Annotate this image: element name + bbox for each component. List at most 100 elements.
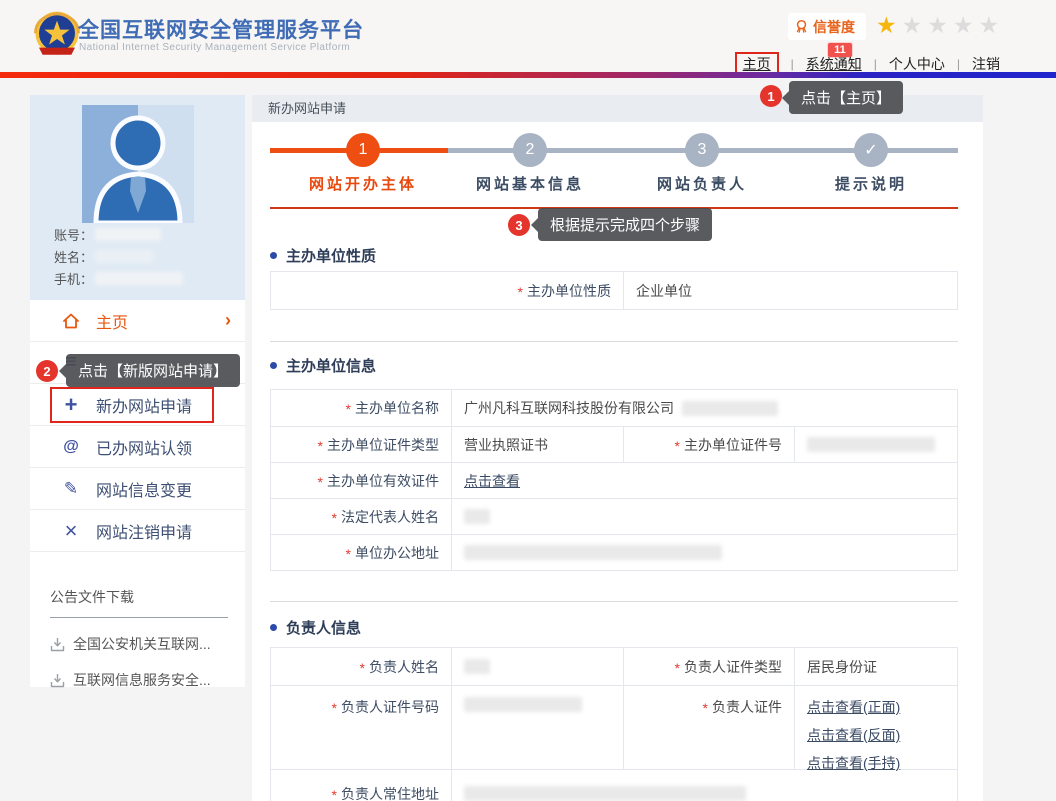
annotation-1-badge: 1 (760, 85, 782, 107)
download-link-2[interactable]: 互联网信息服务安全... (50, 670, 228, 690)
phone-line: 手机： (54, 269, 183, 288)
step-3-label: 网站负责人 (622, 173, 782, 194)
field-label: 法定代表人姓名 (271, 499, 451, 534)
user-profile-card: 账号： 姓名： 手机： (30, 95, 245, 300)
site-subtitle: National Internet Security Management Se… (79, 42, 350, 53)
sidebar-item-label: 网站信息变更 (96, 477, 192, 501)
step-1-label: 网站开办主体 (283, 173, 443, 194)
download-link-1[interactable]: 全国公安机关互联网... (50, 634, 228, 654)
nav-profile-link[interactable]: 个人中心 (889, 54, 945, 74)
name-line: 姓名： (54, 247, 153, 266)
field-value (451, 770, 957, 801)
field-label: 负责人姓名 (271, 648, 451, 685)
medal-icon (794, 19, 809, 34)
field-label: 单位办公地址 (271, 535, 451, 570)
sidebar-menu: 主页 新办网站申请 已办网站认领 网站信息变更 网站注销申请 (30, 300, 245, 552)
reputation-label: 信誉度 (813, 17, 855, 37)
field-label: 主办单位性质 (271, 272, 623, 309)
top-nav: 主页 | 系统通知 | 个人中心 | 注销 (700, 54, 1000, 74)
view-cert-link[interactable]: 点击查看 (464, 471, 520, 491)
sidebar-item-cancel-site[interactable]: 网站注销申请 (30, 510, 245, 552)
redacted-value (464, 697, 582, 712)
unit-nature-table: 主办单位性质 企业单位 (270, 271, 958, 310)
divider (270, 341, 958, 342)
principal-table: 负责人姓名 负责人证件类型 居民身份证 负责人证件号码 负责人证件 点击查看(正… (270, 647, 958, 801)
nav-logout-link[interactable]: 注销 (972, 54, 1000, 74)
main-panel: 新办网站申请 1 2 3 ✓ 网站开办主体 网站基本信息 网站负责人 提示说明 … (252, 95, 983, 801)
field-value (451, 535, 957, 570)
section-title-unit-info: 主办单位信息 (270, 355, 376, 376)
field-value: 企业单位 (623, 272, 957, 309)
redacted-value (464, 509, 490, 524)
table-row: 负责人证件号码 负责人证件 点击查看(正面) 点击查看(反面) 点击查看(手持) (271, 685, 957, 769)
download-icon (50, 637, 65, 652)
star-icon (979, 12, 1000, 39)
table-row: 单位办公地址 (271, 534, 957, 570)
table-row: 主办单位证件类型 营业执照证书 主办单位证件号 (271, 426, 957, 462)
star-icon (902, 12, 923, 39)
chevron-right-icon (225, 310, 231, 331)
field-value: 点击查看(正面) 点击查看(反面) 点击查看(手持) (794, 686, 957, 769)
redacted-value (464, 659, 490, 674)
sidebar-item-change-info[interactable]: 网站信息变更 (30, 468, 245, 510)
downloads-section: 公告文件下载 全国公安机关互联网... 互联网信息服务安全... (50, 587, 228, 690)
sidebar-item-claim-site[interactable]: 已办网站认领 (30, 426, 245, 468)
reputation-stars (876, 12, 999, 39)
step-4-label: 提示说明 (791, 173, 951, 194)
redacted-value (464, 786, 746, 801)
redacted-value (807, 437, 935, 452)
field-label: 负责人证件号码 (271, 686, 451, 769)
nav-separator: | (874, 57, 877, 71)
table-row: 负责人姓名 负责人证件类型 居民身份证 (271, 648, 957, 685)
step-3-circle: 3 (685, 133, 719, 167)
downloads-title: 公告文件下载 (50, 587, 228, 618)
annotation-2-badge: 2 (36, 360, 58, 382)
field-value: 居民身份证 (794, 648, 957, 685)
app-header: 全国互联网安全管理服务平台 National Internet Security… (0, 0, 1056, 72)
field-label: 负责人证件类型 (623, 648, 794, 685)
field-label: 主办单位证件号 (623, 427, 794, 462)
annotation-highlight-box (50, 387, 214, 423)
table-row: 主办单位名称 广州凡科互联网科技股份有限公司 (271, 390, 957, 426)
annotation-1-tooltip: 点击【主页】 (789, 81, 903, 114)
annotation-2-tooltip: 点击【新版网站申请】 (66, 354, 240, 387)
table-row: 负责人常住地址 (271, 769, 957, 801)
sidebar-item-home[interactable]: 主页 (30, 300, 245, 342)
annotation-3-badge: 3 (508, 214, 530, 236)
close-icon (60, 518, 82, 544)
section-title-principal: 负责人信息 (270, 617, 361, 638)
table-row: 主办单位有效证件 点击查看 (271, 462, 957, 498)
nav-notices-link[interactable]: 系统通知 (806, 54, 862, 74)
sidebar-item-new-site[interactable]: 新办网站申请 (30, 384, 245, 426)
edit-icon (60, 479, 82, 499)
section-title-unit-nature: 主办单位性质 (270, 245, 376, 266)
police-badge-logo (30, 8, 84, 62)
redacted-value (95, 250, 153, 263)
sidebar: 账号： 姓名： 手机： 主页 (30, 95, 245, 687)
site-title: 全国互联网安全管理服务平台 (78, 14, 364, 44)
nav-separator: | (791, 57, 794, 71)
annotation-3-tooltip: 根据提示完成四个步骤 (538, 208, 712, 241)
field-label: 负责人常住地址 (271, 770, 451, 801)
sidebar-item-label: 已办网站认领 (96, 435, 192, 459)
table-row: 法定代表人姓名 (271, 498, 957, 534)
account-line: 账号： (54, 225, 161, 244)
field-label: 主办单位证件类型 (271, 427, 451, 462)
field-label: 主办单位有效证件 (271, 463, 451, 498)
field-label: 负责人证件 (623, 686, 794, 769)
field-value: 点击查看 (451, 463, 957, 498)
home-icon (60, 312, 82, 330)
redacted-value (95, 228, 161, 241)
step-4-circle: ✓ (854, 133, 888, 167)
field-value (451, 499, 957, 534)
download-icon (50, 673, 65, 688)
view-id-back-link[interactable]: 点击查看(反面) (807, 725, 900, 745)
field-value (451, 686, 623, 769)
redacted-value (682, 401, 778, 416)
step-2-circle: 2 (513, 133, 547, 167)
reputation-widget: 信誉度 (788, 13, 866, 40)
unit-info-table: 主办单位名称 广州凡科互联网科技股份有限公司 主办单位证件类型 营业执照证书 主… (270, 389, 958, 571)
star-icon (953, 12, 974, 39)
divider (270, 601, 958, 602)
view-id-front-link[interactable]: 点击查看(正面) (807, 697, 900, 717)
